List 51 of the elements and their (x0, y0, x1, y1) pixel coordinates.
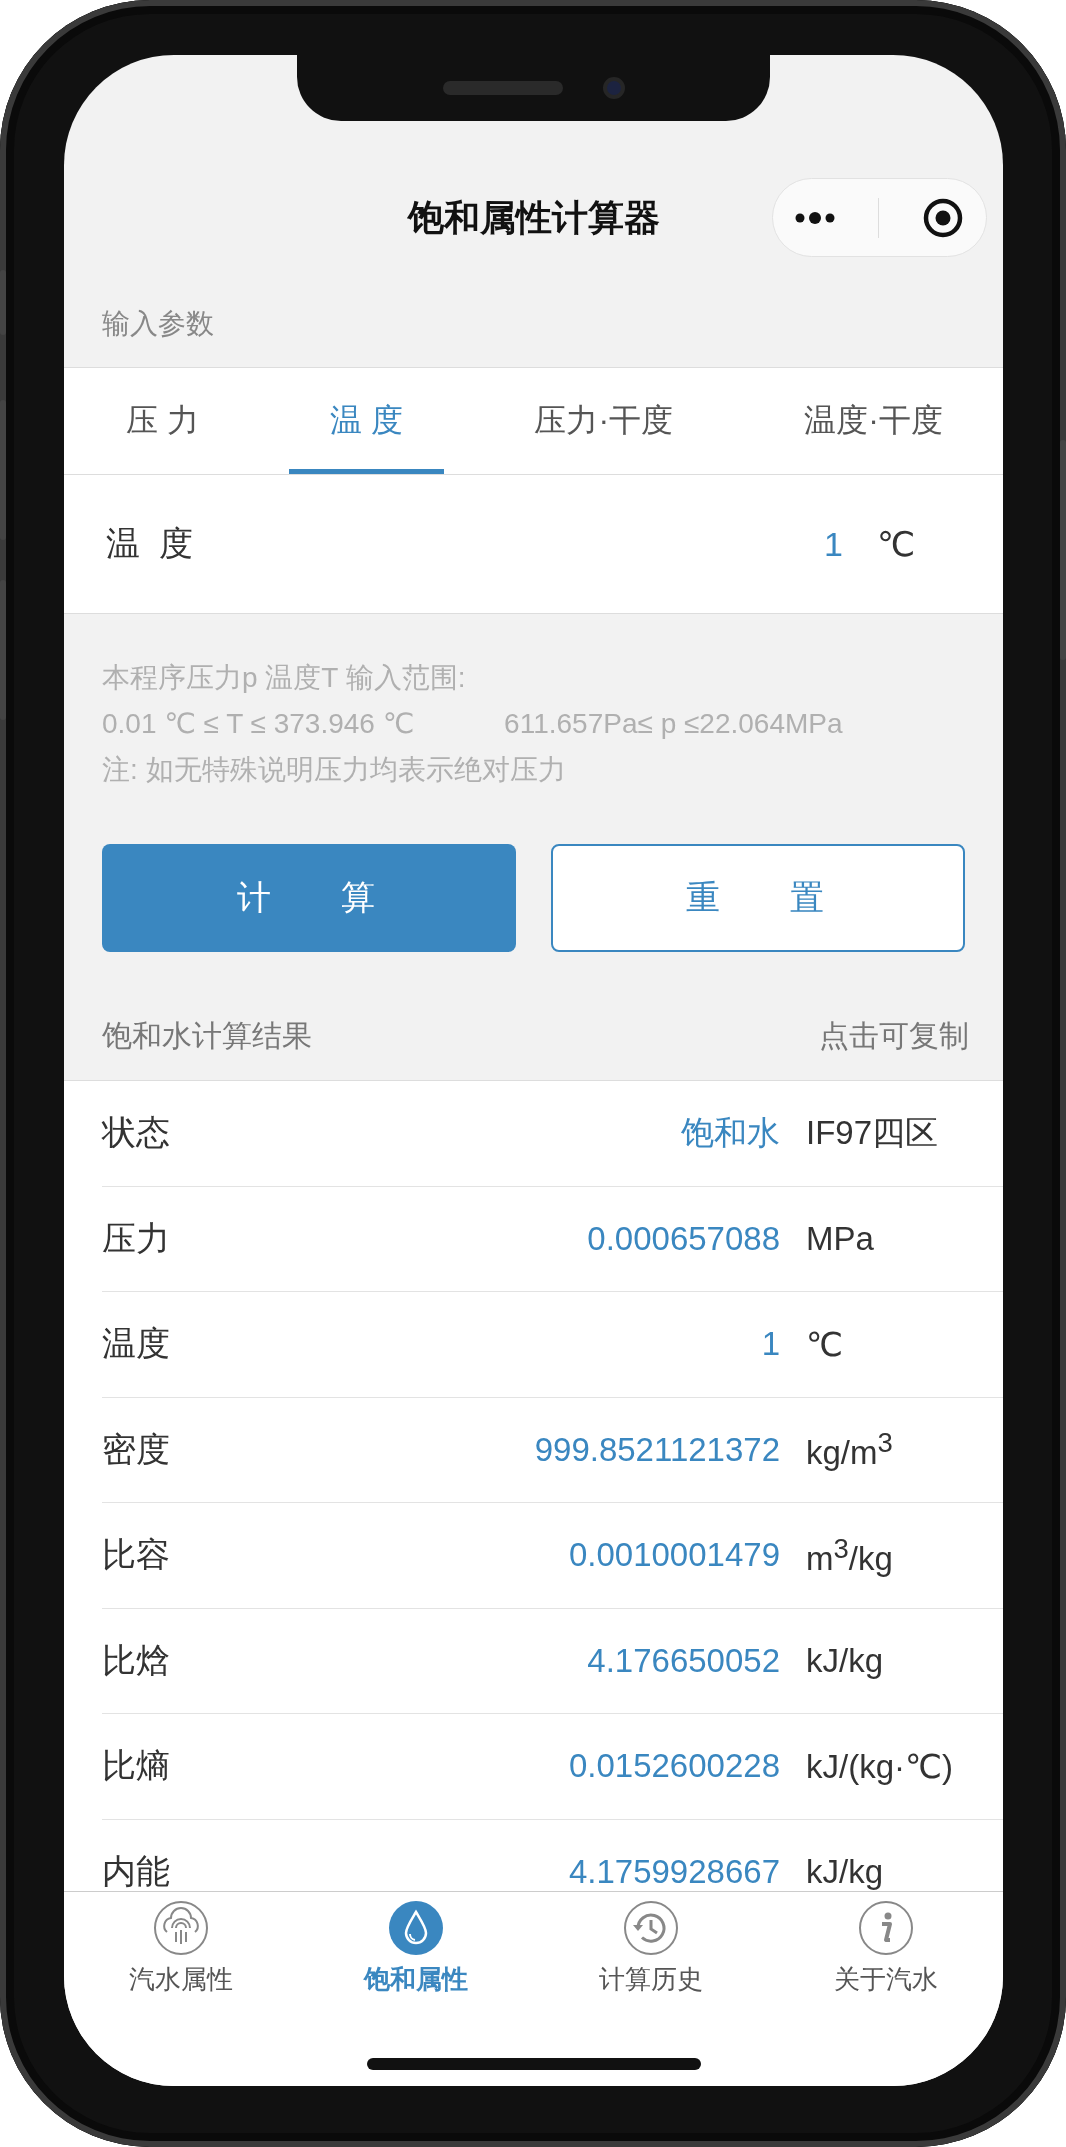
page-title: 饱和属性计算器 (407, 195, 660, 240)
property-label: 比熵 (102, 1745, 171, 1787)
calculate-button[interactable]: 计 算 (102, 844, 516, 952)
camera-lens (602, 77, 625, 99)
property-unit: IF97四区 (805, 1112, 939, 1153)
mode-tab[interactable]: 压 力 (85, 368, 240, 474)
property-unit: kg/m$^{3}$ (805, 1427, 893, 1473)
property-label: 密度 (102, 1428, 171, 1470)
more-icon[interactable] (794, 210, 835, 225)
close-target-icon[interactable] (922, 196, 965, 239)
property-label: 比容 (102, 1534, 171, 1576)
tab-bar-item[interactable]: 饱和属性 (316, 1900, 517, 1997)
history-icon (622, 1900, 679, 1956)
property-unit: MPa (805, 1219, 874, 1258)
reset-button[interactable]: 重 置 (551, 844, 965, 952)
temperature-range: 0.01 ℃ ≤ T ≤ 373.946 ℃ (102, 707, 415, 741)
pressure-range: 611.657Pa≤ p ≤22.064MPa (504, 707, 843, 741)
property-value[interactable]: 4.176650052 (302, 1641, 780, 1680)
property-value[interactable]: 0.0010001479 (302, 1536, 780, 1575)
steam-icon (153, 1900, 210, 1956)
property-value[interactable]: 0.0152600228 (302, 1747, 780, 1786)
results-title: 饱和水计算结果 (102, 1017, 312, 1054)
property-unit: m$^{3}$/kg (805, 1532, 893, 1578)
property-unit: ℃ (805, 1324, 844, 1364)
temperature-input[interactable]: 1 (543, 520, 843, 568)
input-label: 温 度 (106, 523, 194, 564)
property-label: 温度 (102, 1323, 171, 1365)
pressure-note: 注: 如无特殊说明压力均表示绝对压力 (102, 753, 567, 787)
info-icon (857, 1900, 914, 1956)
tab-bar-item[interactable]: 汽水属性 (81, 1900, 282, 1997)
property-label: 压力 (102, 1217, 171, 1259)
property-unit: kJ/kg (805, 1852, 884, 1891)
unit-label: ℃ (876, 524, 917, 564)
copy-hint: 点击可复制 (819, 1017, 969, 1054)
property-unit: kJ/(kg·℃) (805, 1746, 954, 1786)
property-value[interactable]: 1 (302, 1325, 780, 1364)
property-label: 状态 (102, 1112, 171, 1154)
tab-bar-item[interactable]: 计算历史 (550, 1900, 751, 1997)
property-label: 比焓 (102, 1639, 171, 1681)
water-drop-icon (388, 1900, 445, 1956)
property-value[interactable]: 0.000657088 (302, 1219, 780, 1258)
property-value[interactable]: 饱和水 (302, 1110, 780, 1156)
section-label: 输入参数 (102, 307, 214, 341)
mode-tab[interactable]: 压力·干度 (493, 368, 715, 474)
mode-tab[interactable]: 温度·干度 (763, 368, 984, 474)
property-value[interactable]: 999.8521121372 (302, 1430, 780, 1469)
property-unit: kJ/kg (805, 1641, 884, 1680)
tab-bar-item[interactable]: 关于汽水 (785, 1900, 986, 1997)
property-label: 内能 (102, 1850, 171, 1891)
range-note: 本程序压力p 温度T 输入范围: (102, 661, 467, 695)
property-value[interactable]: 4.1759928667 (302, 1852, 780, 1891)
